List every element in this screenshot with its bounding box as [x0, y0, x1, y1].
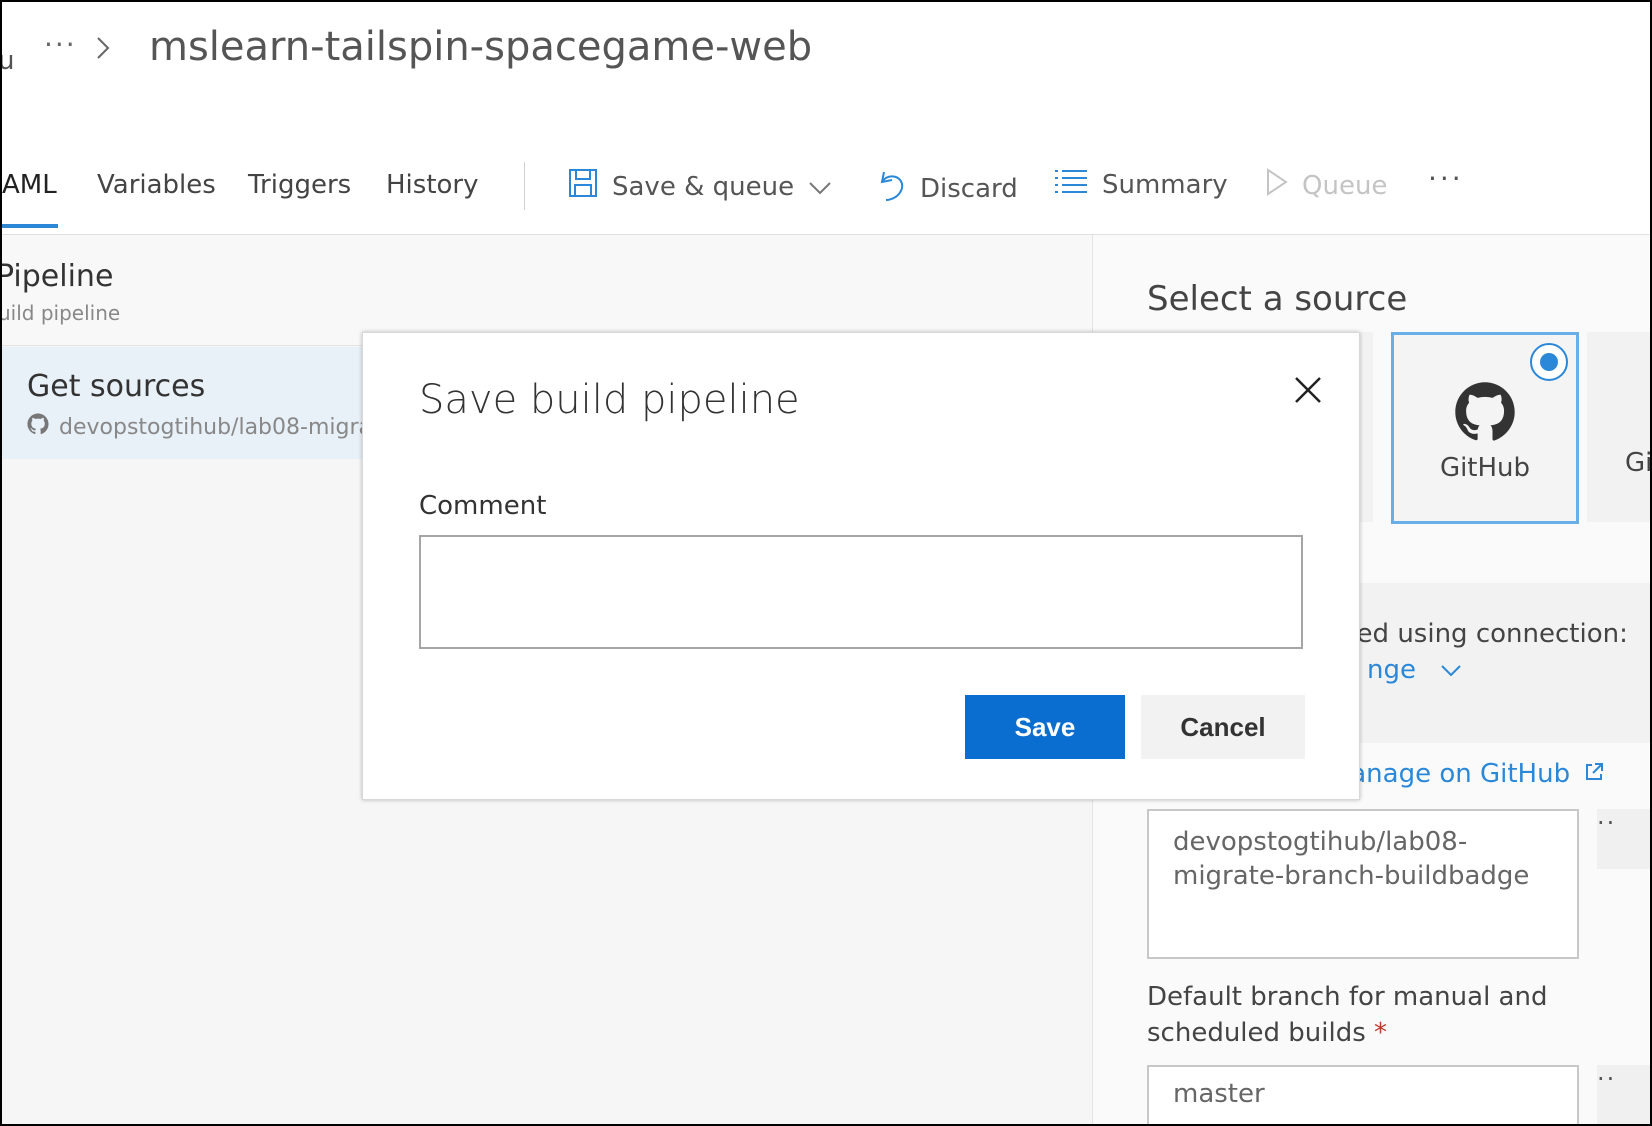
toolbar-divider [524, 162, 525, 210]
pipeline-title: Pipeline [0, 259, 114, 294]
source-tile-github[interactable]: GitHub [1391, 332, 1579, 524]
cancel-button[interactable]: Cancel [1141, 695, 1305, 759]
selected-radio-icon [1530, 343, 1568, 381]
get-sources-item[interactable]: Get sources devopstogtihub/lab08-migrate [2, 347, 394, 459]
save-button[interactable]: Save [965, 695, 1125, 759]
summary-label: Summary [1102, 169, 1228, 200]
get-sources-repo-text: devopstogtihub/lab08-migrate [59, 414, 395, 440]
pipeline-header[interactable]: Pipeline uild pipeline [2, 235, 1092, 346]
queue-label: Queue [1302, 170, 1388, 201]
branch-more-button[interactable]: ·· [1597, 1065, 1650, 1124]
list-icon [1054, 168, 1088, 201]
close-icon[interactable] [1293, 375, 1323, 405]
undo-icon [878, 168, 906, 209]
get-sources-title: Get sources [27, 369, 206, 404]
default-branch-text: Default branch for manual and scheduled … [1147, 982, 1548, 1048]
tab-yaml[interactable]: AML [2, 170, 57, 200]
app-frame: u ··· mslearn-tailspin-spacegame-web AML… [0, 0, 1652, 1126]
summary-button[interactable]: Summary [1054, 168, 1228, 201]
chevron-right-icon [96, 36, 110, 64]
source-tile-next[interactable] [1587, 332, 1650, 522]
active-tab-indicator [2, 224, 58, 228]
external-link-icon [1584, 759, 1604, 789]
default-branch-field[interactable]: master [1147, 1065, 1579, 1124]
toolbar: AML Variables Triggers History Save & qu… [2, 152, 1650, 235]
manage-label: lanage on GitHub [1343, 759, 1571, 789]
repository-more-button[interactable]: ·· [1597, 809, 1650, 869]
chevron-down-icon [1440, 655, 1462, 685]
discard-button[interactable]: Discard [878, 168, 1018, 209]
select-source-title: Select a source [1147, 279, 1408, 319]
save-and-queue-label: Save & queue [612, 171, 795, 202]
play-icon [1266, 168, 1288, 203]
default-branch-value: master [1173, 1079, 1265, 1109]
comment-input[interactable] [419, 535, 1303, 649]
page-title: mslearn-tailspin-spacegame-web [149, 24, 813, 70]
breadcrumb-partial[interactable]: u [2, 46, 14, 76]
default-branch-label: Default branch for manual and scheduled … [1147, 979, 1650, 1051]
save-disk-icon [568, 168, 598, 205]
pipeline-subtitle: uild pipeline [0, 301, 121, 325]
github-tile-label: GitHub [1439, 453, 1531, 483]
repository-value: devopstogtihub/lab08-migrate-branch-buil… [1173, 827, 1530, 891]
chevron-down-icon [808, 172, 832, 202]
breadcrumb-more-button[interactable]: ··· [44, 28, 77, 61]
dialog-title: Save build pipeline [419, 377, 800, 423]
queue-button[interactable]: Queue [1266, 168, 1387, 203]
change-label: nge [1367, 655, 1416, 685]
tab-history[interactable]: History [386, 170, 479, 200]
github-icon [1454, 381, 1516, 447]
repository-field[interactable]: devopstogtihub/lab08-migrate-branch-buil… [1147, 809, 1579, 959]
discard-label: Discard [920, 173, 1018, 204]
required-marker: * [1374, 1018, 1388, 1048]
save-pipeline-dialog: Save build pipeline Comment Save Cancel [362, 332, 1360, 800]
tab-triggers[interactable]: Triggers [248, 170, 351, 200]
authorized-text: rized using connection: [1325, 619, 1628, 649]
manage-on-github-link[interactable]: lanage on GitHub [1343, 759, 1604, 789]
get-sources-repo: devopstogtihub/lab08-migrate [27, 413, 394, 441]
change-connection-link[interactable]: nge [1367, 655, 1462, 685]
comment-label: Comment [419, 491, 547, 521]
github-icon [27, 413, 49, 441]
next-tile-label: Gi [1625, 448, 1652, 478]
more-actions-button[interactable]: ··· [1428, 162, 1464, 195]
save-and-queue-button[interactable]: Save & queue [568, 168, 832, 205]
tab-variables[interactable]: Variables [97, 170, 216, 200]
